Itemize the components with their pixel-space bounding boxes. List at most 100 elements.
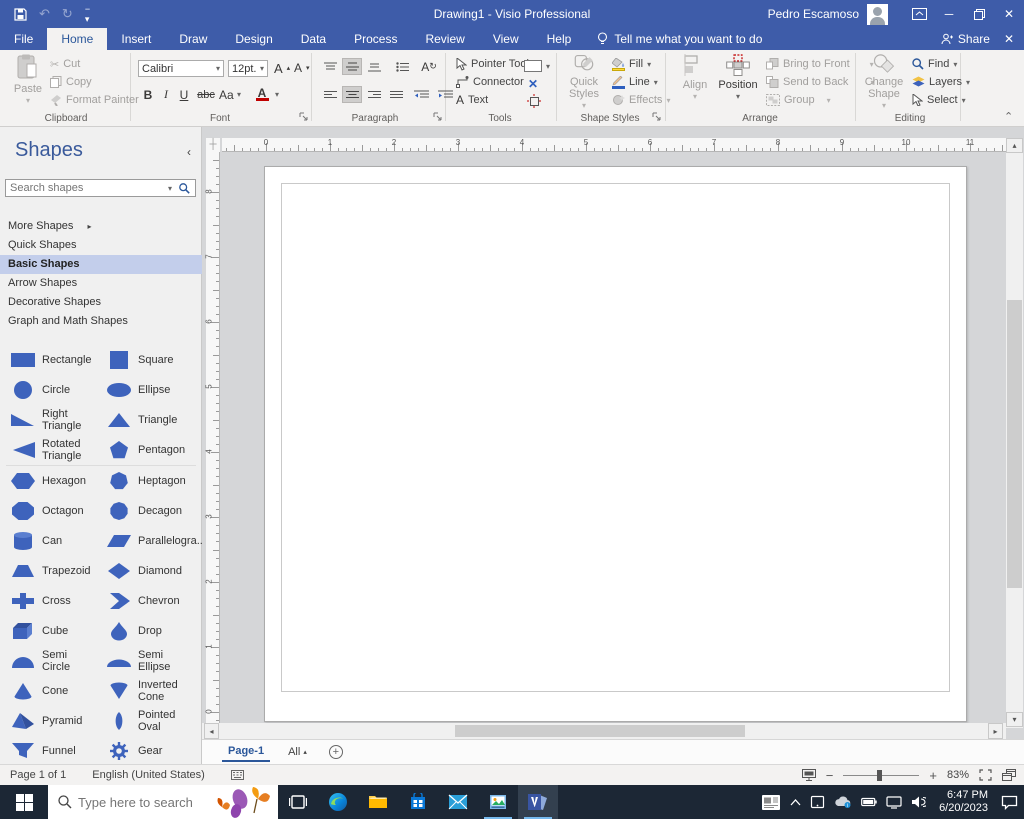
shape-item-cone[interactable]: Cone [0,676,96,706]
tab-draw[interactable]: Draw [165,28,221,50]
file-explorer-icon[interactable] [358,785,398,819]
share-button[interactable]: Share [941,32,990,46]
position-button[interactable]: Position ▾ [716,54,760,112]
tab-design[interactable]: Design [221,28,286,50]
tab-view[interactable]: View [479,28,533,50]
italic-button[interactable]: I [158,86,174,103]
stencil-item-more-shapes[interactable]: More Shapes ▸ [0,217,202,236]
stencil-item-graph-and-math-shapes[interactable]: Graph and Math Shapes [0,312,202,331]
hidden-icons-chevron-icon[interactable] [790,798,801,806]
volume-icon[interactable] [911,796,927,808]
increase-indent-button[interactable] [434,86,456,103]
shape-item-funnel[interactable]: Funnel [0,736,96,766]
shape-item-can[interactable]: Can [0,526,96,556]
tab-process[interactable]: Process [340,28,411,50]
align-top-button[interactable] [320,58,340,75]
collapse-shapes-panel-icon[interactable]: ‹ [187,145,191,159]
shape-item-circle[interactable]: Circle [0,375,96,405]
shape-item-semi-ellipse[interactable]: Semi Ellipse [96,646,192,676]
stencil-item-arrow-shapes[interactable]: Arrow Shapes [0,274,202,293]
find-button[interactable]: Find ▾ [912,56,957,72]
battery-icon[interactable] [861,797,877,807]
shape-item-right-triangle[interactable]: Right Triangle [0,405,96,435]
task-view-button[interactable] [278,785,318,819]
news-widget-icon[interactable] [761,794,781,811]
pointer-tool-button[interactable]: Pointer Tool [456,56,529,72]
fill-button[interactable]: Fill ▾ [612,56,651,72]
shape-item-semi-circle[interactable]: Semi Circle [0,646,96,676]
shape-item-rectangle[interactable]: Rectangle [0,345,96,375]
tab-help[interactable]: Help [533,28,586,50]
align-right-button[interactable] [364,86,384,103]
tab-review[interactable]: Review [411,28,478,50]
bold-button[interactable]: B [140,86,156,103]
vertical-scrollbar-thumb[interactable] [1007,300,1022,588]
network-icon[interactable] [886,795,902,809]
shape-item-diamond[interactable]: Diamond [96,556,192,586]
shape-item-chevron[interactable]: Chevron [96,586,192,616]
shape-item-gear[interactable]: Gear [96,736,192,766]
shape-item-trapezoid[interactable]: Trapezoid [0,556,96,586]
page-count-status[interactable]: Page 1 of 1 [10,769,66,781]
paste-button[interactable]: Paste ▾ [8,54,48,112]
user-avatar[interactable] [867,3,888,25]
taskbar-clock[interactable]: 6:47 PM 6/20/2023 [935,789,992,815]
switch-windows-icon[interactable] [1002,769,1016,781]
macro-recording-icon[interactable] [230,770,244,780]
visio-taskbar-icon[interactable] [518,785,558,819]
text-tool-button[interactable]: A Text [456,92,488,108]
restore-button[interactable] [964,0,994,28]
page-tab-page1[interactable]: Page-1 [222,742,271,762]
connection-point-tool-icon[interactable]: ✕ [528,76,538,92]
shape-item-hexagon[interactable]: Hexagon [0,466,96,496]
stencil-item-basic-shapes[interactable]: Basic Shapes [0,255,202,274]
tab-file[interactable]: File [0,28,47,50]
shape-item-inverted-cone[interactable]: Inverted Cone [96,676,192,706]
change-shape-button[interactable]: Change Shape ▾ [862,54,906,112]
connector-tool-button[interactable]: Connector [456,74,524,90]
shape-item-drop[interactable]: Drop [96,616,192,646]
zoom-slider[interactable] [843,769,920,781]
shape-item-pentagon[interactable]: Pentagon [96,435,192,465]
shrink-font-button[interactable]: A ▾ [294,60,310,76]
shape-item-pyramid[interactable]: Pyramid [0,706,96,736]
font-color-button[interactable]: A [254,86,270,103]
scroll-down-icon[interactable]: ▾ [1006,712,1023,727]
search-icon[interactable] [174,182,195,194]
text-direction-button[interactable]: A ↻ [418,58,440,75]
zoom-slider-thumb[interactable] [877,769,883,781]
onedrive-icon[interactable]: i [834,796,852,808]
send-to-back-button[interactable]: Send to Back ▾ [766,74,874,90]
copy-button[interactable]: Copy [50,74,92,90]
close-button[interactable]: ✕ [994,0,1024,28]
shape-item-cube[interactable]: Cube [0,616,96,646]
decrease-indent-button[interactable] [410,86,432,103]
align-left-button[interactable] [320,86,340,103]
tablet-mode-icon[interactable] [810,795,825,809]
taskbar-search-input[interactable] [72,794,212,810]
shape-item-pointed-oval[interactable]: Pointed Oval [96,706,192,736]
strikethrough-button[interactable]: abc [194,86,218,103]
font-color-dropdown[interactable]: ▾ [272,86,282,103]
taskbar-search-box[interactable] [48,785,278,819]
scroll-up-icon[interactable]: ▴ [1006,138,1023,153]
search-highlight-image[interactable] [212,785,278,819]
zoom-in-icon[interactable]: + [929,768,937,783]
tab-home[interactable]: Home [47,28,108,50]
shape-item-decagon[interactable]: Decagon [96,496,192,526]
ribbon-display-options-icon[interactable] [904,0,934,28]
stencil-item-decorative-shapes[interactable]: Decorative Shapes [0,293,202,312]
stencil-item-quick-shapes[interactable]: Quick Shapes [0,236,202,255]
edge-browser-icon[interactable] [318,785,358,819]
cut-button[interactable]: ✂ Cut [50,56,80,72]
font-family-combo[interactable]: Calibri ▾ [138,60,224,77]
grow-font-button[interactable]: A ▴ [274,60,290,76]
search-dropdown-icon[interactable]: ▾ [166,184,174,193]
align-middle-button[interactable] [342,58,362,75]
shape-item-heptagon[interactable]: Heptagon [96,466,192,496]
select-button[interactable]: Select ▾ [912,92,966,108]
bring-to-front-button[interactable]: Bring to Front ▾ [766,56,874,72]
shape-item-parallelogram[interactable]: Parallelogra... [96,526,206,556]
shape-search-input[interactable] [6,182,166,194]
shape-item-octagon[interactable]: Octagon [0,496,96,526]
